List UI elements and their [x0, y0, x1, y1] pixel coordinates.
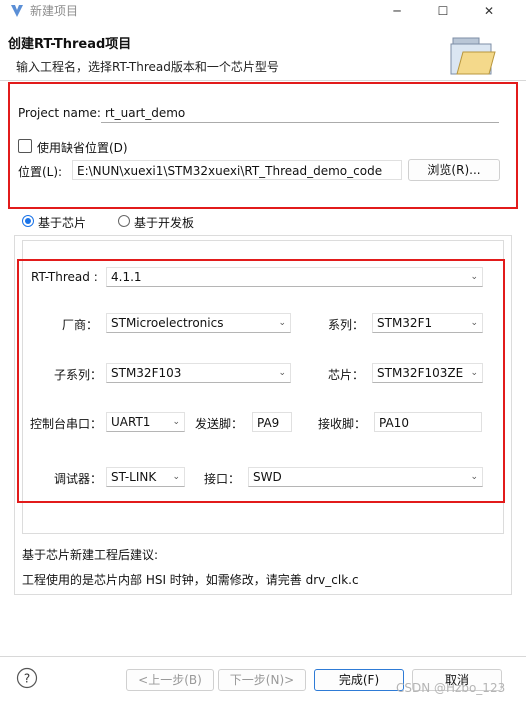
rx-pin-label: 接收脚：	[318, 417, 367, 431]
minimize-button[interactable]: ─	[374, 0, 420, 22]
radio-selected-dot	[25, 218, 31, 224]
location-input[interactable]: E:\NUN\xuexi1\STM32xuexi\RT_Thread_demo_…	[72, 160, 402, 180]
debugger-label: 调试器：	[54, 472, 103, 486]
close-button[interactable]: ✕	[466, 0, 512, 22]
chip-radio-label: 基于芯片	[38, 216, 87, 230]
use-default-location-checkbox[interactable]	[18, 139, 32, 153]
chevron-down-icon: ⌄	[470, 472, 478, 482]
finish-button[interactable]: 完成(F)	[314, 669, 404, 691]
chevron-down-icon: ⌄	[278, 368, 286, 378]
rtthread-version-value: 4.1.1	[111, 270, 142, 284]
wizard-title: 创建RT-Thread项目	[8, 37, 132, 52]
subseries-label: 子系列：	[54, 368, 103, 382]
svg-text:?: ?	[24, 672, 30, 686]
rtthread-version-label: RT-Thread :	[31, 270, 98, 284]
tx-pin-input[interactable]: PA9	[252, 412, 292, 432]
folder-icon	[447, 34, 497, 78]
chevron-down-icon: ⌄	[470, 272, 478, 282]
chevron-down-icon: ⌄	[470, 368, 478, 378]
chip-value: STM32F103ZE	[377, 366, 464, 380]
console-uart-select[interactable]: UART1 ⌄	[106, 412, 185, 432]
subseries-select[interactable]: STM32F103 ⌄	[106, 363, 291, 383]
watermark: CSDN @Hzbo_123	[396, 681, 506, 695]
series-select[interactable]: STM32F1 ⌄	[372, 313, 483, 333]
board-radio[interactable]	[118, 215, 130, 227]
debugger-value: ST-LINK	[111, 470, 157, 484]
interface-label: 接口：	[204, 472, 241, 486]
series-value: STM32F1	[377, 316, 433, 330]
suggestion-text: 工程使用的是芯片内部 HSI 时钟，如需修改，请完善 drv_clk.c	[22, 573, 359, 587]
footer-separator	[0, 656, 526, 657]
location-label: 位置(L):	[18, 165, 63, 179]
maximize-button[interactable]: ☐	[420, 0, 466, 22]
tx-pin-label: 发送脚：	[195, 417, 244, 431]
subseries-value: STM32F103	[111, 366, 182, 380]
back-button[interactable]: <上一步(B)	[126, 669, 214, 691]
chip-radio[interactable]	[22, 215, 34, 227]
rtthread-version-select[interactable]: 4.1.1 ⌄	[106, 267, 483, 287]
vendor-select[interactable]: STMicroelectronics ⌄	[106, 313, 291, 333]
next-button[interactable]: 下一步(N)>	[218, 669, 306, 691]
console-uart-label: 控制台串口：	[30, 417, 103, 431]
header-separator	[0, 80, 526, 81]
interface-select[interactable]: SWD ⌄	[248, 467, 483, 487]
vendor-label: 厂商：	[62, 318, 99, 332]
console-uart-value: UART1	[111, 415, 151, 429]
chevron-down-icon: ⌄	[172, 417, 180, 427]
suggestion-title: 基于芯片新建工程后建议:	[22, 548, 159, 562]
project-name-input[interactable]: rt_uart_demo	[101, 103, 499, 123]
project-name-label: Project name:	[18, 106, 101, 120]
help-icon[interactable]: ?	[16, 667, 38, 689]
use-default-location-label: 使用缺省位置(D)	[37, 141, 128, 155]
debugger-select[interactable]: ST-LINK ⌄	[106, 467, 185, 487]
chip-select[interactable]: STM32F103ZE ⌄	[372, 363, 483, 383]
app-icon	[8, 2, 26, 20]
chevron-down-icon: ⌄	[470, 318, 478, 328]
wizard-description: 输入工程名，选择RT-Thread版本和一个芯片型号	[16, 60, 279, 74]
series-label: 系列：	[328, 318, 365, 332]
chevron-down-icon: ⌄	[278, 318, 286, 328]
chip-label: 芯片：	[328, 368, 365, 382]
interface-value: SWD	[253, 470, 282, 484]
chevron-down-icon: ⌄	[172, 472, 180, 482]
browse-button[interactable]: 浏览(R)...	[408, 159, 500, 181]
board-radio-label: 基于开发板	[134, 216, 195, 230]
vendor-value: STMicroelectronics	[111, 316, 224, 330]
rx-pin-input[interactable]: PA10	[374, 412, 482, 432]
window-title: 新建项目	[30, 4, 79, 18]
